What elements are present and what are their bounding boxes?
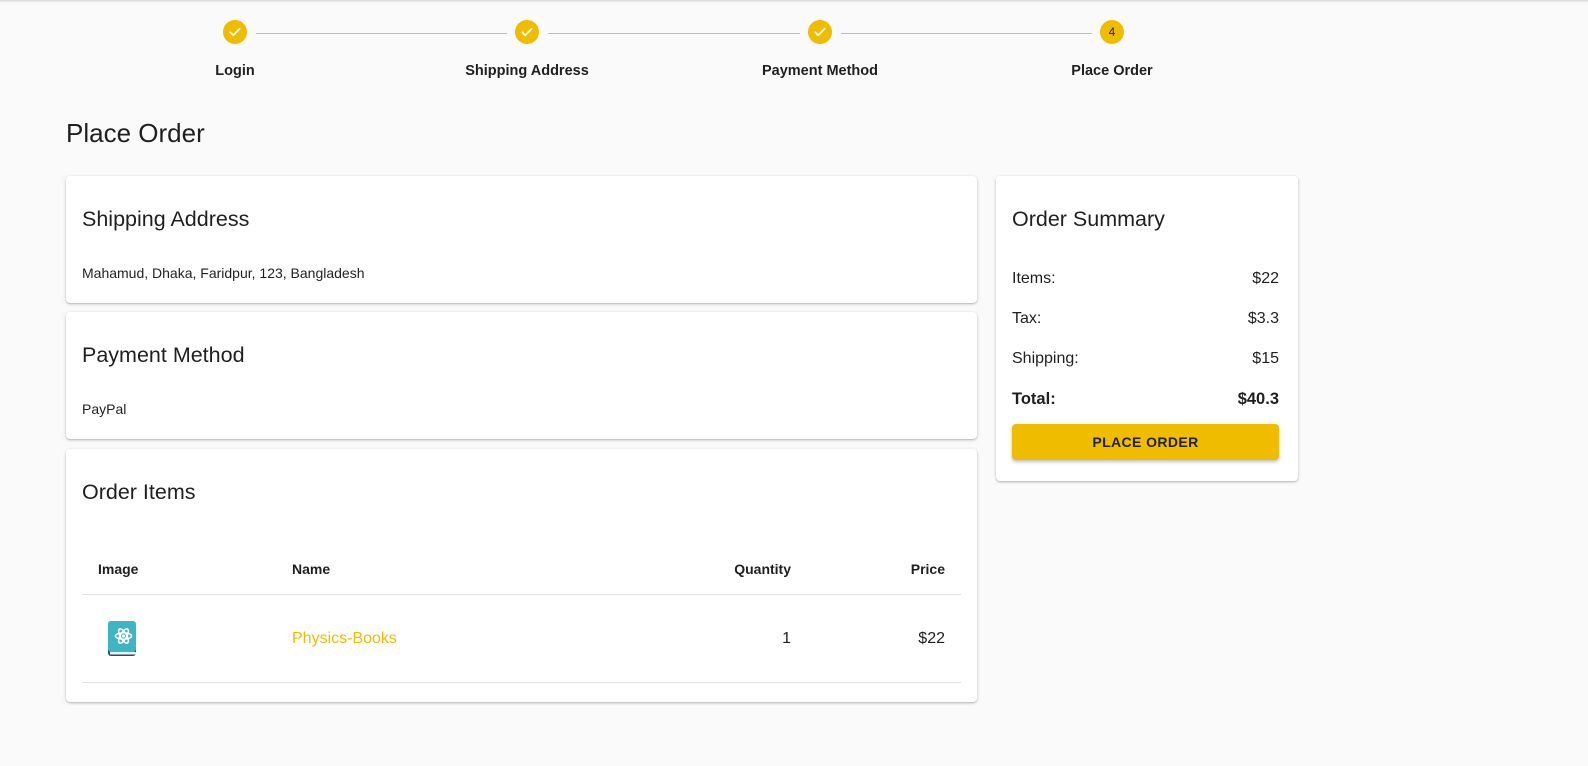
step-label: Shipping Address — [465, 63, 589, 79]
step-payment-method: Payment Method — [720, 20, 920, 79]
step-shipping-address: Shipping Address — [427, 20, 627, 79]
column-header-name: Name — [292, 561, 331, 577]
checkout-stepper: Login Shipping Address Payment Method 4 … — [0, 0, 1588, 100]
check-icon — [515, 20, 539, 44]
summary-label: Items: — [1012, 270, 1056, 287]
summary-value: $15 — [1252, 350, 1279, 367]
summary-row-tax: Tax: $3.3 — [1012, 307, 1279, 331]
step-login: Login — [135, 20, 335, 79]
payment-method-card: Payment Method PayPal — [66, 312, 977, 439]
product-image[interactable] — [107, 595, 137, 682]
step-label: Login — [215, 63, 255, 79]
shipping-address-text: Mahamud, Dhaka, Faridpur, 123, Banglades… — [82, 265, 365, 281]
price-cell: $22 — [918, 629, 945, 647]
step-number: 4 — [1100, 20, 1124, 44]
card-title: Order Summary — [1012, 207, 1165, 231]
summary-row-shipping: Shipping: $15 — [1012, 347, 1279, 371]
payment-method-text: PayPal — [82, 401, 127, 417]
card-title: Order Items — [82, 480, 196, 504]
summary-value: $3.3 — [1247, 310, 1279, 327]
table-header: Image Name Quantity Price — [82, 544, 961, 595]
check-icon — [808, 20, 832, 44]
summary-label: Tax: — [1012, 310, 1042, 327]
product-name-cell: Physics-Books — [292, 595, 397, 682]
place-order-button[interactable]: PLACE ORDER — [1012, 424, 1279, 460]
step-label: Payment Method — [761, 63, 878, 79]
card-title: Shipping Address — [82, 207, 250, 231]
page-title: Place Order — [66, 118, 205, 148]
column-header-quantity: Quantity — [734, 561, 791, 577]
product-link[interactable]: Physics-Books — [292, 630, 397, 648]
step-place-order: 4 Place Order — [1012, 20, 1212, 79]
summary-row-total: Total: $40.3 — [1012, 387, 1279, 411]
summary-row-items: Items: $22 — [1012, 267, 1279, 291]
table-row: Physics-Books 1 $22 — [82, 595, 961, 683]
quantity-cell: 1 — [782, 629, 791, 647]
summary-value: $22 — [1252, 270, 1279, 287]
shipping-address-card: Shipping Address Mahamud, Dhaka, Faridpu… — [66, 176, 977, 303]
summary-label: Shipping: — [1012, 350, 1079, 367]
summary-label: Total: — [1012, 389, 1056, 408]
physics-book-icon — [108, 620, 136, 656]
step-label: Place Order — [1071, 63, 1153, 79]
column-header-image: Image — [98, 561, 139, 577]
column-header-price: Price — [910, 561, 945, 577]
card-title: Payment Method — [82, 343, 245, 367]
order-summary-card: Order Summary Items: $22 Tax: $3.3 Shipp… — [996, 176, 1298, 481]
summary-value: $40.3 — [1237, 389, 1279, 408]
order-items-card: Order Items Image Name Quantity Price Ph… — [66, 449, 977, 702]
check-icon — [223, 20, 247, 44]
